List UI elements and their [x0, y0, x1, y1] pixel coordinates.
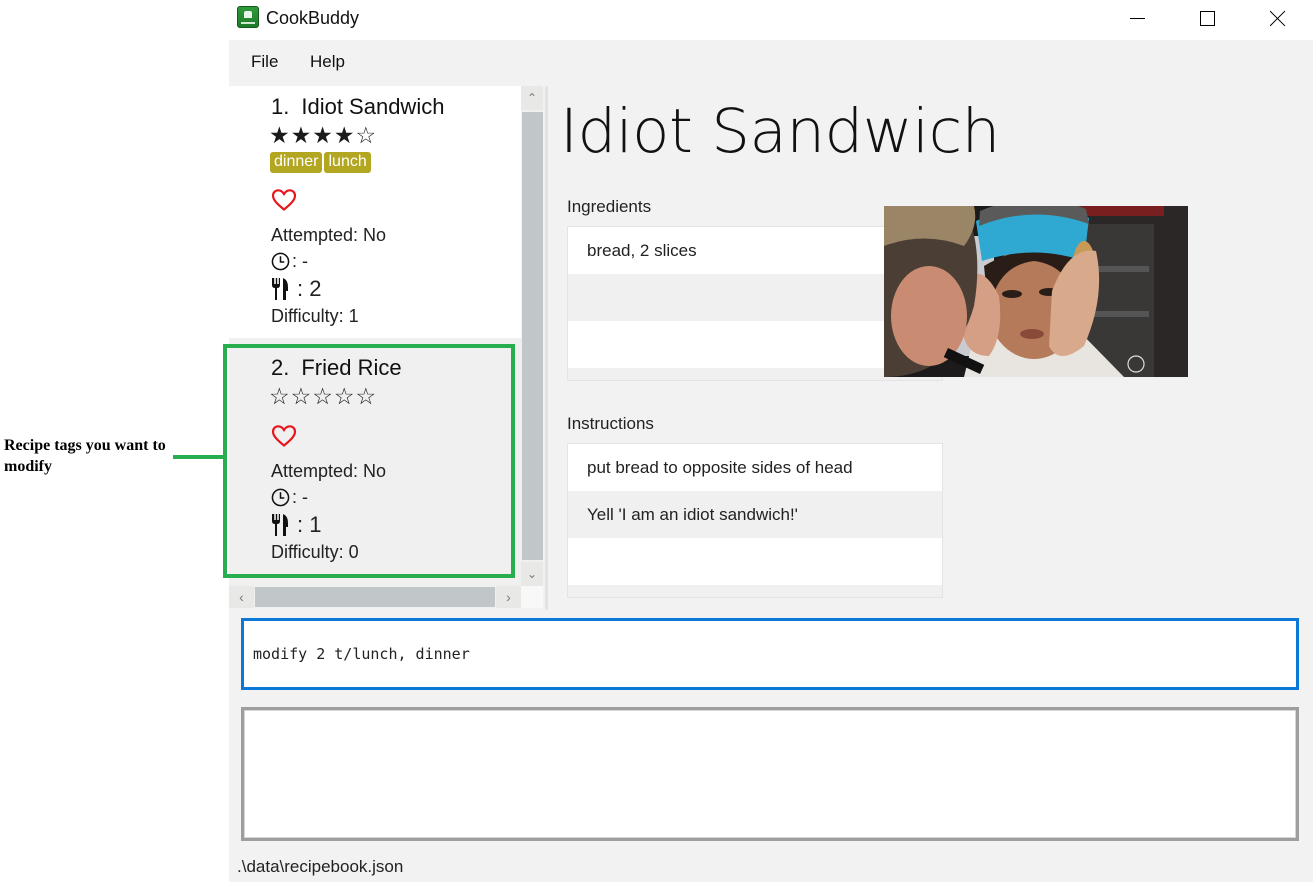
annotation-connector-line	[173, 455, 225, 459]
scroll-up-icon[interactable]: ⌃	[521, 86, 543, 110]
selected-recipe-highlight	[223, 344, 515, 578]
result-text[interactable]	[244, 710, 1296, 838]
recipe-detail-title: Idiot Sandwich	[560, 96, 1000, 167]
close-button[interactable]	[1255, 0, 1301, 36]
scroll-corner	[521, 586, 543, 608]
vertical-scroll-thumb[interactable]	[522, 112, 543, 560]
heart-outline-icon[interactable]	[271, 188, 297, 212]
horizontal-scroll-thumb[interactable]	[255, 587, 495, 607]
result-display[interactable]	[241, 707, 1299, 841]
minimize-icon	[1129, 17, 1145, 19]
command-input[interactable]	[244, 621, 1296, 687]
tag-badge: lunch	[324, 152, 371, 173]
panel-divider[interactable]	[545, 86, 548, 610]
difficulty: Difficulty: 1	[271, 306, 359, 326]
prep-time-value: : -	[292, 251, 308, 271]
vertical-scrollbar[interactable]: ⌃ ⌄	[521, 86, 543, 586]
recipe-card[interactable]: 1. Idiot Sandwich ★★★★☆ dinner lunch Atte…	[229, 86, 521, 338]
window-title: CookBuddy	[266, 8, 360, 28]
menu-file[interactable]: File	[249, 52, 280, 72]
scroll-left-icon[interactable]: ‹	[229, 586, 254, 608]
instruction-item[interactable]: put bread to opposite sides of head	[568, 444, 942, 491]
recipe-card-title: 1. Idiot Sandwich	[271, 94, 444, 120]
tag-badge: dinner	[270, 152, 323, 173]
maximize-button[interactable]	[1184, 0, 1230, 36]
recipe-image	[884, 206, 1188, 377]
command-box[interactable]	[241, 618, 1299, 690]
maximize-icon	[1199, 10, 1215, 26]
servings: : 2	[271, 276, 321, 302]
horizontal-scrollbar[interactable]: ‹ ›	[229, 586, 521, 608]
prep-time: : -	[271, 251, 308, 272]
cutlery-icon	[272, 278, 288, 300]
scroll-down-icon[interactable]: ⌄	[521, 562, 543, 586]
status-bar-file-path: .\data\recipebook.json	[237, 857, 404, 876]
close-icon	[1270, 10, 1286, 26]
instruction-item[interactable]: Yell 'I am an idiot sandwich!'	[568, 491, 942, 538]
instruction-item[interactable]	[568, 538, 942, 585]
attempted-status: Attempted: No	[271, 225, 387, 245]
servings-value: : 2	[297, 276, 322, 301]
menu-bar: File Help	[229, 40, 1313, 86]
minimize-button[interactable]	[1114, 0, 1160, 36]
instructions-label: Instructions	[567, 414, 654, 433]
instruction-item	[568, 585, 942, 597]
recipe-name: Idiot Sandwich	[301, 94, 445, 119]
app-window: CookBuddy File Help 1. Idiot Sandwich ★★★…	[223, 0, 1313, 882]
title-bar: CookBuddy	[229, 0, 1313, 40]
instructions-list[interactable]: put bread to opposite sides of head Yell…	[567, 443, 943, 598]
tag-list: dinner lunch	[270, 152, 371, 173]
recipe-index: 1.	[271, 94, 290, 119]
ingredients-label: Ingredients	[567, 197, 652, 216]
app-logo-icon	[237, 6, 259, 28]
rating-stars: ★★★★☆	[269, 122, 378, 148]
menu-help[interactable]: Help	[308, 52, 347, 72]
clock-icon	[271, 252, 290, 271]
scroll-right-icon[interactable]: ›	[496, 586, 521, 608]
